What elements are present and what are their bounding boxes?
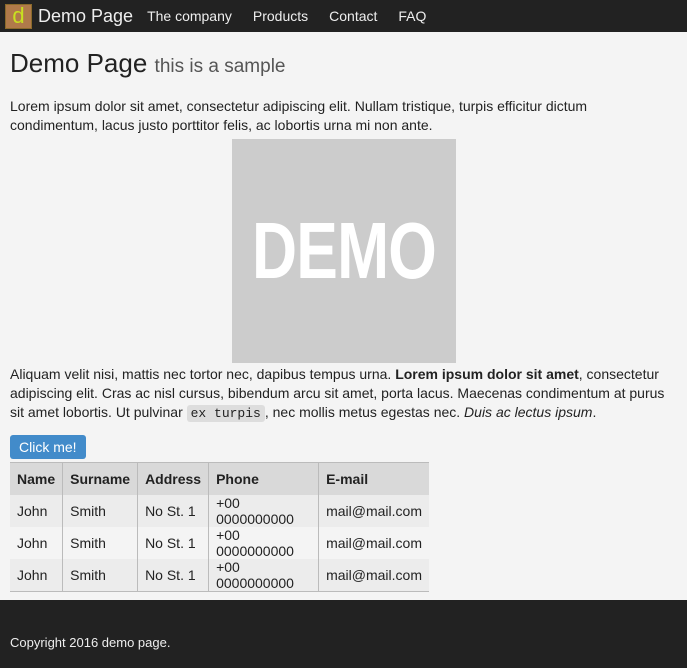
cell: John xyxy=(17,502,48,519)
cell: mail@mail.com xyxy=(318,494,429,527)
nav-contact[interactable]: Contact xyxy=(329,8,377,24)
cell: Smith xyxy=(62,494,138,527)
cell: mail@mail.com xyxy=(318,558,429,591)
header-address: Address xyxy=(137,462,209,495)
demo-image-text: DEMO xyxy=(251,206,436,295)
main-content: Demo Page this is a sample Lorem ipsum d… xyxy=(0,48,687,592)
table-header-row: Name Surname Address Phone E-mail xyxy=(10,462,429,495)
data-table: Name Surname Address Phone E-mail John Sm… xyxy=(10,462,429,592)
subtitle: this is a sample xyxy=(154,56,286,77)
cell: John xyxy=(17,566,48,583)
cell: No St. 1 xyxy=(137,494,209,527)
text: Aliquam velit nisi, mattis nec tortor ne… xyxy=(10,366,396,382)
title-text: Demo Page xyxy=(10,48,148,78)
nav-faq[interactable]: FAQ xyxy=(398,8,426,24)
cell: No St. 1 xyxy=(137,526,209,559)
header-surname: Surname xyxy=(62,462,138,495)
bold-text: Lorem ipsum dolor sit amet xyxy=(395,366,579,382)
header-name: Name xyxy=(10,462,63,495)
text: , nec mollis metus egestas nec. xyxy=(264,404,465,420)
demo-image: DEMO xyxy=(231,139,456,363)
nav-the-company[interactable]: The company xyxy=(147,8,232,24)
second-paragraph: Aliquam velit nisi, mattis nec tortor ne… xyxy=(10,365,677,423)
italic-text: Duis ac lectus ipsum xyxy=(464,404,593,420)
logo[interactable]: d xyxy=(5,3,32,29)
intro-paragraph: Lorem ipsum dolor sit amet, consectetur … xyxy=(10,98,588,133)
text: . xyxy=(592,404,597,420)
table-row: John Smith No St. 1 +00 0000000000 mail@mail… xyxy=(10,558,429,591)
cell: Smith xyxy=(62,526,138,559)
cell: mail@mail.com xyxy=(318,526,429,559)
header-email: E-mail xyxy=(318,462,429,495)
cell: +00 0000000000 xyxy=(208,526,319,559)
navbar: d Demo Page The company Products Contact… xyxy=(0,0,687,32)
inline-code: ex turpis xyxy=(186,405,265,422)
cell: +00 0000000000 xyxy=(208,494,319,527)
click-me-button[interactable]: Click me! xyxy=(10,435,86,459)
table-row: John Smith No St. 1 +00 0000000000 mail@mail… xyxy=(10,526,429,559)
copyright-text: Copyright 2016 demo page. xyxy=(10,635,171,650)
cell: +00 0000000000 xyxy=(208,558,319,591)
page-title: Demo Page this is a sample xyxy=(10,48,677,79)
nav-products[interactable]: Products xyxy=(253,8,308,24)
cell: John xyxy=(17,534,48,551)
cell: Smith xyxy=(62,558,138,591)
brand-link[interactable]: Demo Page xyxy=(38,6,133,27)
cell: No St. 1 xyxy=(137,558,209,591)
footer: Copyright 2016 demo page. xyxy=(0,600,687,668)
header-phone: Phone xyxy=(208,462,319,495)
table-row: John Smith No St. 1 +00 0000000000 mail@mail… xyxy=(10,494,429,527)
